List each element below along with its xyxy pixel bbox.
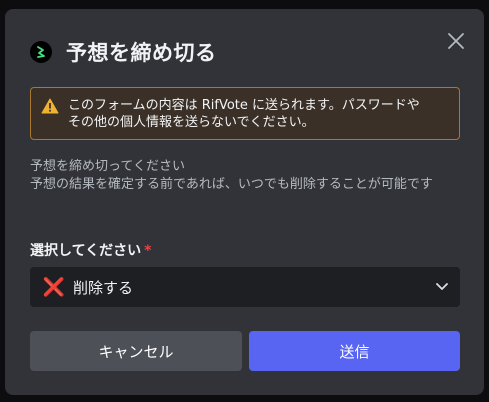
chevron-down-icon bbox=[435, 280, 449, 294]
description-line-2: 予想の結果を確定する前であれば、いつでも削除することが可能です bbox=[30, 177, 433, 192]
modal-title: 予想を締め切る bbox=[66, 41, 217, 65]
close-icon bbox=[448, 33, 464, 49]
select-label: 選択してください * bbox=[30, 240, 152, 260]
modal-header: 予想を締め切る bbox=[30, 37, 217, 67]
warning-line-2: その他の個人情報を送らないでください。 bbox=[68, 115, 315, 130]
warning-line-1: このフォームの内容は RifVote に送られます。パスワードや bbox=[68, 98, 420, 113]
cancel-button[interactable]: キャンセル bbox=[30, 331, 242, 371]
warning-triangle-icon bbox=[41, 98, 59, 118]
warning-text: このフォームの内容は RifVote に送られます。パスワードや その他の個人情… bbox=[68, 97, 420, 131]
select-label-text: 選択してください bbox=[30, 243, 142, 259]
submit-button[interactable]: 送信 bbox=[249, 331, 460, 371]
warning-banner: このフォームの内容は RifVote に送られます。パスワードや その他の個人情… bbox=[30, 87, 460, 140]
description-line-1: 予想を締め切ってください bbox=[30, 159, 185, 174]
modal-dialog: 予想を締め切る このフォームの内容は RifVote に送られます。パスワードや… bbox=[5, 9, 484, 395]
close-button[interactable] bbox=[443, 28, 469, 54]
cross-mark-icon: ❌ bbox=[42, 276, 66, 298]
required-mark: * bbox=[144, 243, 152, 259]
choice-select[interactable]: ❌ 削除する bbox=[30, 267, 460, 307]
select-value: 削除する bbox=[73, 278, 134, 297]
modal-description: 予想を締め切ってください 予想の結果を確定する前であれば、いつでも削除することが… bbox=[30, 158, 455, 194]
rifvote-logo-icon bbox=[30, 41, 52, 63]
